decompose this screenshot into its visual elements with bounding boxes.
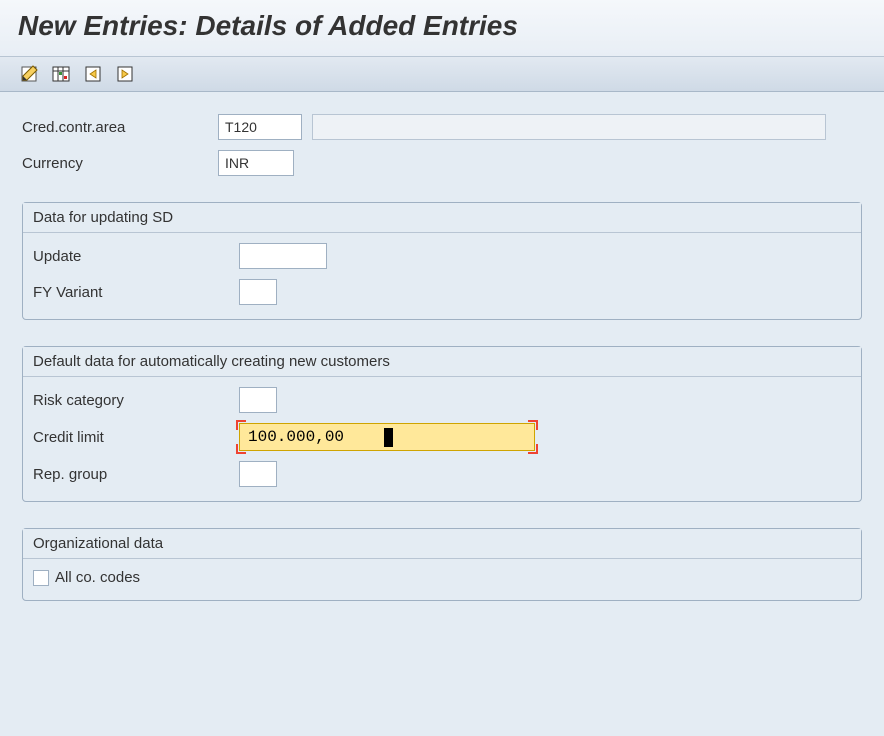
edit-icon[interactable] bbox=[18, 63, 40, 85]
rep-group-row: Rep. group bbox=[33, 461, 851, 487]
group-default: Default data for automatically creating … bbox=[22, 346, 862, 502]
group-org-body: All co. codes bbox=[23, 559, 861, 600]
currency-input[interactable] bbox=[218, 150, 294, 176]
rep-group-label: Rep. group bbox=[33, 466, 239, 483]
update-label: Update bbox=[33, 248, 239, 265]
cred-contr-area-desc-input[interactable] bbox=[312, 114, 826, 140]
update-input[interactable] bbox=[239, 243, 327, 269]
focus-corner-icon bbox=[236, 444, 246, 454]
all-co-codes-checkbox[interactable] bbox=[33, 570, 49, 586]
group-sd-title: Data for updating SD bbox=[23, 203, 861, 233]
cred-contr-area-row: Cred.contr.area bbox=[22, 114, 862, 140]
group-sd-body: Update FY Variant bbox=[23, 233, 861, 319]
group-org: Organizational data All co. codes bbox=[22, 528, 862, 601]
group-default-title: Default data for automatically creating … bbox=[23, 347, 861, 377]
currency-row: Currency bbox=[22, 150, 862, 176]
fy-variant-label: FY Variant bbox=[33, 284, 239, 301]
toolbar bbox=[0, 57, 884, 92]
fy-variant-row: FY Variant bbox=[33, 279, 851, 305]
content-area: Cred.contr.area Currency Data for updati… bbox=[0, 92, 884, 601]
risk-category-label: Risk category bbox=[33, 392, 239, 409]
page-title: New Entries: Details of Added Entries bbox=[18, 10, 866, 42]
credit-limit-wrap bbox=[239, 423, 535, 451]
group-sd: Data for updating SD Update FY Variant bbox=[22, 202, 862, 320]
all-co-codes-label: All co. codes bbox=[55, 569, 140, 586]
title-bar: New Entries: Details of Added Entries bbox=[0, 0, 884, 57]
credit-limit-row: Credit limit bbox=[33, 423, 851, 451]
focus-corner-icon bbox=[236, 420, 246, 430]
focus-corner-icon bbox=[528, 420, 538, 430]
group-default-body: Risk category Credit limit Rep. group bbox=[23, 377, 861, 501]
cred-contr-area-label: Cred.contr.area bbox=[22, 119, 218, 136]
risk-category-input[interactable] bbox=[239, 387, 277, 413]
currency-label: Currency bbox=[22, 155, 218, 172]
nav-next-icon[interactable] bbox=[114, 63, 136, 85]
focus-corner-icon bbox=[528, 444, 538, 454]
fy-variant-input[interactable] bbox=[239, 279, 277, 305]
update-row: Update bbox=[33, 243, 851, 269]
rep-group-input[interactable] bbox=[239, 461, 277, 487]
credit-limit-input[interactable] bbox=[239, 423, 535, 451]
top-fields: Cred.contr.area Currency bbox=[22, 114, 862, 176]
nav-prev-icon[interactable] bbox=[82, 63, 104, 85]
group-org-title: Organizational data bbox=[23, 529, 861, 559]
all-co-codes-row[interactable]: All co. codes bbox=[33, 569, 851, 586]
cred-contr-area-input[interactable] bbox=[218, 114, 302, 140]
table-settings-icon[interactable] bbox=[50, 63, 72, 85]
credit-limit-label: Credit limit bbox=[33, 429, 239, 446]
risk-category-row: Risk category bbox=[33, 387, 851, 413]
